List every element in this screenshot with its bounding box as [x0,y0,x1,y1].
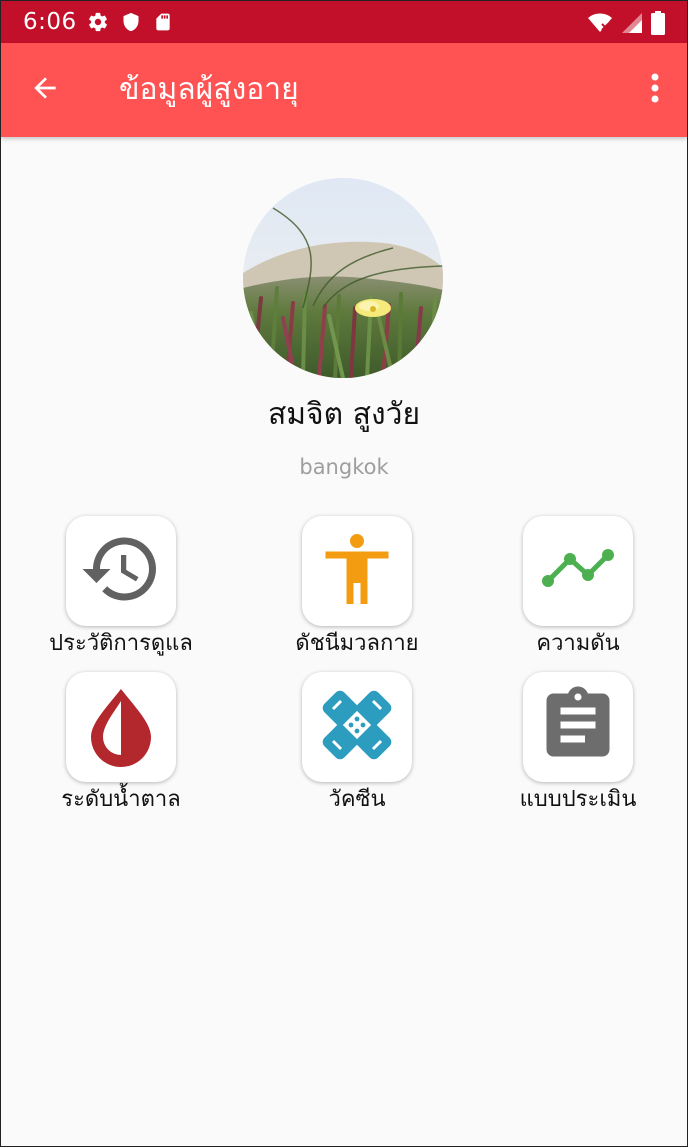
menu-item-bmi[interactable]: ดัชนีมวลกาย [247,516,467,666]
menu-card[interactable] [302,516,412,626]
menu-item-label: ประวัติการดูแล [49,631,193,656]
menu-item-label: ดัชนีมวลกาย [295,631,419,656]
history-icon [79,527,163,615]
person-icon [315,527,399,615]
menu-card[interactable] [523,516,633,626]
app-bar: ข้อมูลผู้สูงอายุ [1,43,687,137]
battery-icon [651,11,665,39]
menu-card[interactable] [66,672,176,782]
page-title: ข้อมูลผู้สูงอายุ [119,72,299,107]
status-bar: 6:06 [1,1,687,43]
trend-line-icon [536,527,620,615]
menu-item-assessment[interactable]: แบบประเมิน [468,672,687,822]
profile-name: สมจิต สูงวัย [267,397,421,432]
status-time: 6:06 [23,9,77,35]
menu-item-label: ระดับน้ำตาล [61,787,181,812]
menu-item-label: แบบประเมิน [519,787,637,812]
avatar [243,178,443,378]
back-button[interactable] [21,66,69,114]
menu-item-care-history[interactable]: ประวัติการดูแล [11,516,231,666]
menu-card[interactable] [66,516,176,626]
blood-drop-icon [79,683,163,771]
shield-icon [121,11,141,37]
more-vert-icon [651,73,659,107]
screen: 6:06 ข้อมูลผู้สูงอายุ สมจิต สูงวัย bangk… [0,0,688,1147]
avatar-photo [243,178,443,378]
status-right-icons [587,11,665,39]
profile-location: bangkok [299,455,389,479]
gear-icon [87,11,109,37]
arrow-back-icon [29,72,61,108]
menu-item-label: ความดัน [536,631,620,656]
menu-item-vaccine[interactable]: วัคซีน [247,672,467,822]
menu-card[interactable] [302,672,412,782]
menu-item-blood-pressure[interactable]: ความดัน [468,516,687,666]
overflow-menu-button[interactable] [641,68,669,112]
wifi-icon [587,12,613,38]
bandage-icon [315,683,399,771]
signal-icon [621,12,643,38]
sd-card-icon [153,11,173,37]
status-left-icons [87,11,173,37]
clipboard-icon [536,683,620,771]
menu-card[interactable] [523,672,633,782]
menu-item-blood-sugar[interactable]: ระดับน้ำตาล [11,672,231,822]
menu-item-label: วัคซีน [328,787,386,812]
